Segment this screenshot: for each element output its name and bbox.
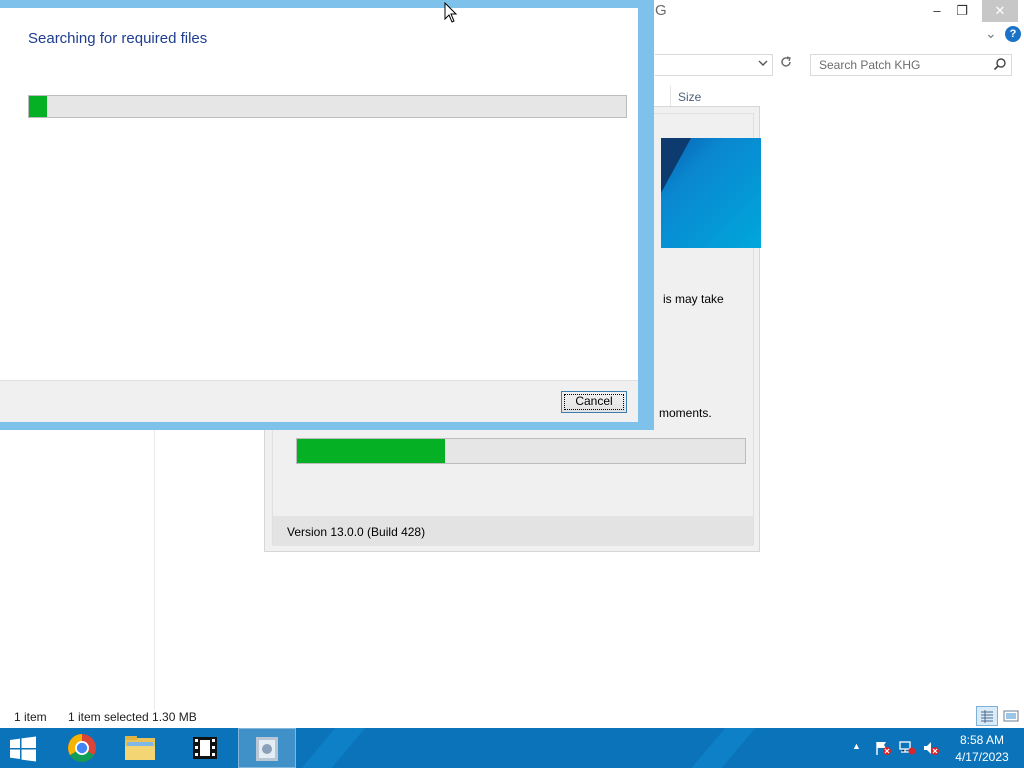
taskbar-stripe bbox=[674, 728, 756, 768]
windows-start-icon[interactable] bbox=[8, 736, 38, 762]
clock-time[interactable]: 8:58 AM bbox=[954, 733, 1010, 747]
explorer-title: G bbox=[655, 2, 667, 19]
details-view-icon[interactable] bbox=[976, 706, 998, 726]
installer-taskbar-button[interactable] bbox=[238, 728, 296, 768]
cancel-button[interactable]: Cancel bbox=[561, 391, 627, 413]
help-icon[interactable]: ? bbox=[1005, 26, 1021, 42]
search-icon[interactable] bbox=[993, 57, 1007, 71]
navigation-pane-divider[interactable] bbox=[154, 430, 155, 710]
installer-footer: Version 13.0.0 (Build 428) bbox=[273, 516, 753, 546]
show-hidden-icons-button[interactable]: ▲ bbox=[852, 741, 861, 751]
installer-banner-image bbox=[661, 138, 761, 248]
installer-text-line1: is may take bbox=[663, 292, 724, 306]
ribbon-row: ⌄ ? bbox=[655, 24, 1024, 46]
installer-version: Version 13.0.0 (Build 428) bbox=[287, 525, 426, 539]
network-icon[interactable] bbox=[898, 740, 916, 756]
restore-button[interactable]: ❐ bbox=[949, 0, 975, 22]
searching-dialog: Searching for required files Cancel bbox=[0, 0, 654, 430]
taskbar-stripe bbox=[284, 728, 366, 768]
file-explorer-taskbar-button[interactable] bbox=[111, 728, 169, 768]
action-center-flag-icon[interactable] bbox=[874, 740, 892, 756]
video-app-taskbar-button[interactable] bbox=[176, 728, 234, 768]
refresh-icon[interactable] bbox=[777, 55, 795, 75]
taskbar: ▲ 8:58 AM 4/17/2023 bbox=[0, 728, 1024, 768]
installer-text-line2: moments. bbox=[659, 406, 712, 420]
chrome-taskbar-button[interactable] bbox=[53, 728, 111, 768]
close-button[interactable]: ✕ bbox=[982, 0, 1018, 22]
status-selection: 1 item selected 1.30 MB bbox=[68, 710, 197, 724]
search-input[interactable]: Search Patch KHG bbox=[810, 54, 1012, 76]
dialog-progress-bar bbox=[28, 95, 627, 118]
column-separator[interactable] bbox=[670, 86, 671, 108]
search-placeholder: Search Patch KHG bbox=[819, 58, 921, 72]
volume-muted-icon[interactable] bbox=[922, 740, 940, 756]
dialog-footer: Cancel bbox=[0, 380, 638, 422]
mouse-cursor-icon bbox=[444, 1, 458, 24]
chevron-down-icon[interactable] bbox=[758, 58, 768, 71]
large-icons-view-icon[interactable] bbox=[1001, 706, 1021, 726]
dialog-progress-fill bbox=[29, 96, 47, 117]
dialog-title: Searching for required files bbox=[28, 30, 208, 47]
minimize-button[interactable]: – bbox=[924, 0, 950, 22]
installer-progress-bar bbox=[296, 438, 746, 464]
column-header-size[interactable]: Size bbox=[678, 90, 701, 104]
installer-progress-fill bbox=[297, 439, 445, 463]
dialog-body: Searching for required files Cancel bbox=[0, 8, 638, 422]
address-bar[interactable] bbox=[655, 54, 773, 76]
status-item-count: 1 item bbox=[14, 710, 47, 724]
expand-ribbon-icon[interactable]: ⌄ bbox=[985, 25, 997, 42]
clock-date[interactable]: 4/17/2023 bbox=[950, 750, 1014, 764]
